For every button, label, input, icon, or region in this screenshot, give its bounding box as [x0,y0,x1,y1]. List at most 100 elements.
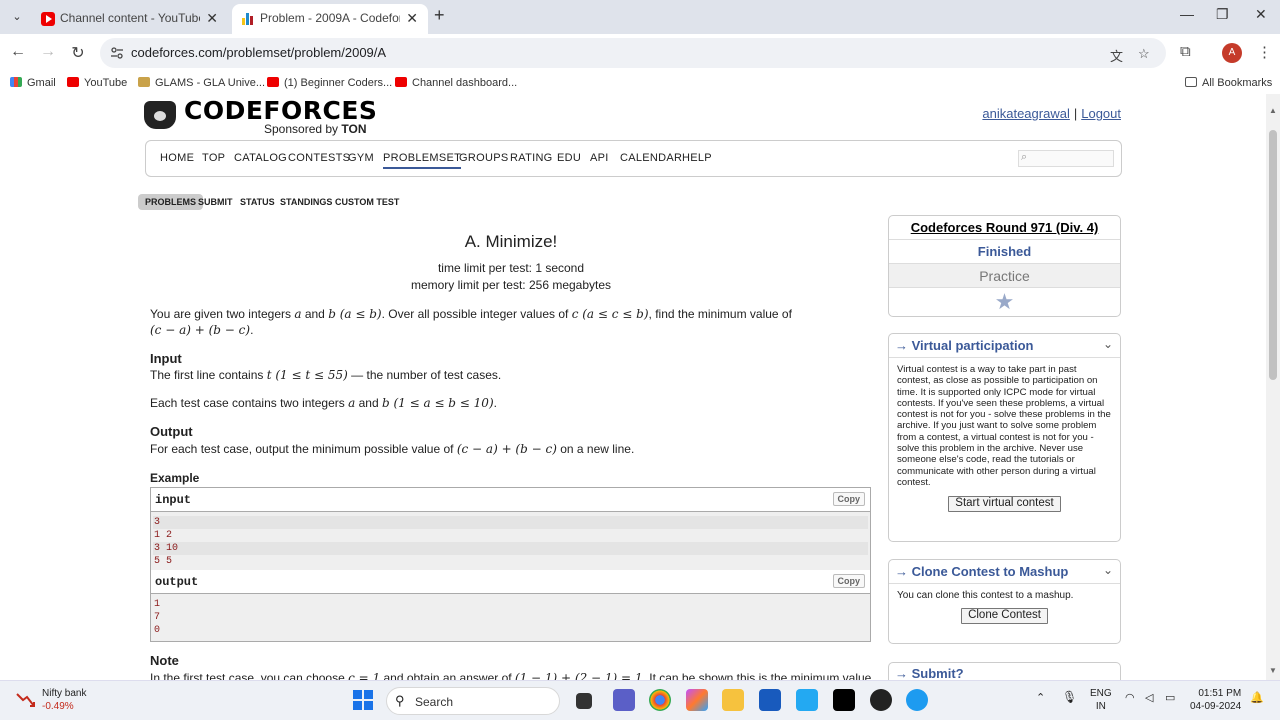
language-indicator[interactable]: ENG IN [1090,687,1112,713]
menu-api[interactable]: API [590,152,609,164]
volume-icon[interactable]: ◁ [1145,692,1153,705]
browser-menu-icon[interactable]: ⋮ [1257,43,1272,61]
sample-output-header: output Copy [151,570,870,594]
address-bar[interactable]: codeforces.com/problemset/problem/2009/A… [100,38,1166,68]
youtube-icon [267,77,279,87]
clone-contest-header[interactable]: → Clone Contest to Mashup ⌄ [889,560,1120,584]
clone-contest-body: You can clone this contest to a mashup. … [889,584,1120,632]
windows-start-icon[interactable] [352,689,374,711]
bookmark-beginner-coders[interactable]: (1) Beginner Coders... [267,77,392,89]
menu-problemset[interactable]: PROBLEMSET [383,152,462,169]
github-desktop-icon[interactable] [870,689,892,711]
menu-calendar[interactable]: CALENDAR [620,152,682,164]
text: The first line contains [150,368,267,382]
virtual-participation-body: Virtual contest is a way to take part in… [889,358,1120,520]
bookmark-glams[interactable]: GLAMS - GLA Unive... [138,77,265,89]
back-icon[interactable]: ← [8,43,28,61]
chevron-up-icon[interactable]: ⌃ [1036,692,1045,705]
input-line-2: Each test case contains two integers a a… [150,395,497,411]
text: Each test case contains two integers [150,396,349,410]
microphone-icon[interactable]: 🎙 [1062,691,1077,704]
scroll-down-icon[interactable]: ▼ [1269,666,1277,675]
sample-input-header: input Copy [151,488,870,512]
page-scrollbar[interactable]: ▲ ▼ [1266,94,1280,680]
clock[interactable]: 01:51 PM 04-09-2024 [1190,687,1241,713]
intellij-icon[interactable] [833,689,855,711]
time-limit: time limit per test: 1 second [437,261,585,275]
all-bookmarks[interactable]: All Bookmarks [1185,77,1272,89]
menu-gym[interactable]: GYM [348,152,374,164]
menu-catalog[interactable]: CATALOG [234,152,287,164]
chevron-down-icon[interactable]: ⌄ [1103,337,1113,351]
user-links: anikateagrawal | Logout [982,106,1121,121]
folder-icon [1185,77,1197,87]
file-explorer-icon[interactable] [722,689,744,711]
sample-input-lines: 3 1 2 3 10 5 5 [151,512,870,572]
vscode-icon[interactable] [796,689,818,711]
copilot-icon[interactable] [686,689,708,711]
task-view-icon[interactable] [576,693,592,709]
close-tab-icon[interactable]: ✕ [406,10,418,27]
text: . [250,323,254,337]
username-link[interactable]: anikateagrawal [982,106,1069,121]
tab-search-chevron-icon[interactable]: ⌄ [6,7,28,27]
browser-tab-youtube-studio[interactable]: Channel content - YouTube Stu ✕ [32,4,228,34]
virtual-participation-box: → Virtual participation ⌄ Virtual contes… [888,333,1121,542]
wifi-icon[interactable]: ◠ [1125,692,1135,705]
round-status-row: Finished [889,240,1120,264]
menu-rating[interactable]: RATING [510,152,553,164]
taskbar-search-input[interactable]: ⚲ Search [386,687,560,715]
profile-avatar[interactable]: A [1222,43,1242,63]
new-tab-icon[interactable]: + [434,5,445,26]
menu-edu[interactable]: EDU [557,152,581,164]
virtual-participation-header[interactable]: → Virtual participation ⌄ [889,334,1120,358]
math-constraint: (1 ≤ a ≤ b ≤ 10) [389,396,494,410]
site-info-icon[interactable] [110,46,124,60]
sponsor-brand: TON [341,122,367,136]
bookmark-channel-dashboard[interactable]: Channel dashboard... [395,77,517,89]
logout-link[interactable]: Logout [1081,106,1121,121]
bookmark-gmail[interactable]: Gmail [10,77,56,89]
battery-icon[interactable]: ▭ [1165,692,1175,705]
bookmark-star-icon[interactable]: ☆ [1138,46,1150,62]
notification-bell-icon[interactable]: 🔔 [1250,692,1264,705]
menu-groups[interactable]: GROUPS [459,152,508,164]
reload-icon[interactable]: ↻ [68,43,88,63]
forward-icon[interactable]: → [38,43,58,61]
extensions-icon[interactable]: ⧉ [1180,43,1191,60]
menu-home[interactable]: HOME [160,152,194,164]
clone-contest-button[interactable]: Clone Contest [961,608,1048,624]
sample-input-block: input Copy 3 1 2 3 10 5 5 [150,487,871,573]
text: and [355,396,382,410]
skype-icon[interactable] [906,689,928,711]
teams-icon[interactable] [613,689,635,711]
browser-tab-codeforces[interactable]: Problem - 2009A - Codeforces ✕ [232,4,428,34]
restore-window-icon[interactable]: ❐ [1216,6,1229,23]
scroll-up-icon[interactable]: ▲ [1269,106,1277,115]
copy-input-button[interactable]: Copy [832,492,865,506]
round-title-link[interactable]: Codeforces Round 971 (Div. 4) [911,220,1099,235]
round-title-row: Codeforces Round 971 (Div. 4) [889,216,1120,240]
close-window-icon[interactable]: ✕ [1255,6,1267,23]
scrollbar-thumb[interactable] [1269,130,1277,380]
submit-header[interactable]: → Submit? [889,663,1120,680]
menu-top[interactable]: TOP [202,152,225,164]
word-icon[interactable] [759,689,781,711]
start-virtual-contest-button[interactable]: Start virtual contest [948,496,1061,512]
translate-icon[interactable]: 文 [1110,46,1123,65]
sponsor-text: Sponsored by TON [264,122,367,136]
copy-output-button[interactable]: Copy [832,574,865,588]
site-search-input[interactable]: ⌕ [1018,150,1114,167]
menu-contests[interactable]: CONTESTS [288,152,350,164]
text: In the first test case, you can choose [150,671,349,680]
sample-input-line: 3 10 [153,542,868,555]
bookmark-youtube[interactable]: YouTube [67,77,127,89]
chevron-down-icon[interactable]: ⌄ [1103,563,1113,577]
submenu-custom-test[interactable]: CUSTOM TEST [328,194,406,210]
menu-help[interactable]: HELP [682,152,712,164]
chrome-icon[interactable] [649,689,671,711]
minimize-window-icon[interactable]: — [1180,6,1194,22]
star-icon[interactable]: ★ [995,289,1015,314]
close-tab-icon[interactable]: ✕ [206,10,218,27]
clock-time: 01:51 PM [1198,688,1242,699]
